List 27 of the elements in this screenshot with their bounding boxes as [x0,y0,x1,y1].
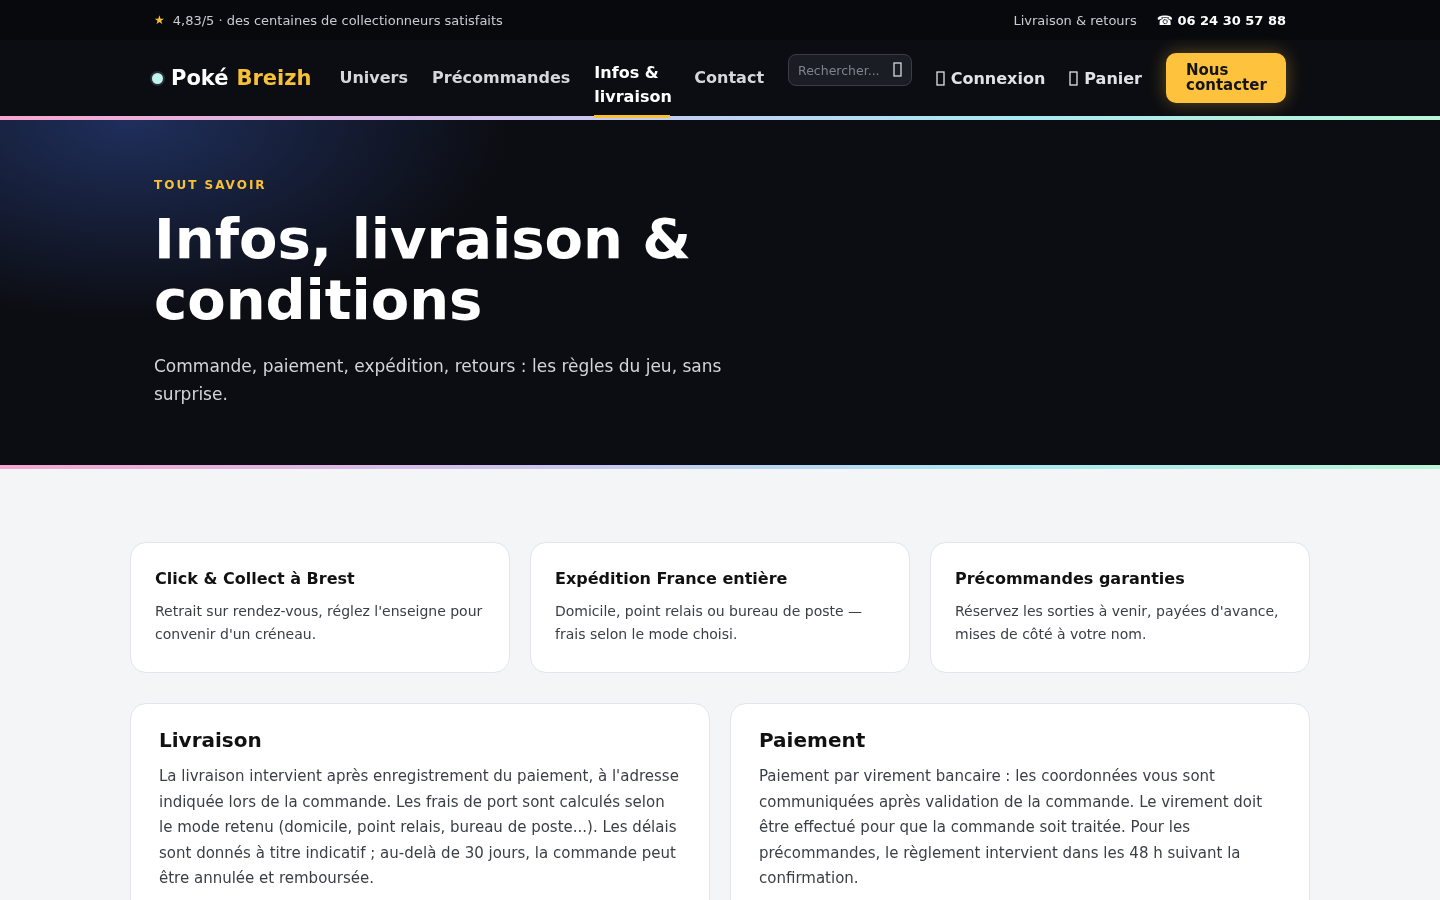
contact-button[interactable]: Nous contacter [1166,53,1286,103]
search-field[interactable]: Rechercher... [788,54,912,86]
card-text: Retrait sur rendez-vous, réglez l'enseigne pour convenir d'un créneau. [155,602,484,644]
nav-link[interactable]: Contact [694,66,765,90]
card-text: Réservez les sorties à venir, payées d'avance, mises de côté à votre nom. [955,602,1280,644]
card-title: Paiement [759,728,867,752]
hero-subtitle: Commande, paiement, expédition, retours : les règles du jeu, sans surprise. [154,355,723,406]
top-link[interactable]: Livraison & retours [1013,12,1137,28]
phone-number: ☎ 06 24 30 57 88 [1156,12,1286,28]
hero-eyebrow: TOUT SAVOIR [154,178,268,192]
card-text: Domicile, point relais ou bureau de poste — frais selon le mode choisi. [555,602,864,644]
card-text: Paiement par virement bancaire : les coordonnées vous sont communiquées après validation de la commande. Le virement doit être effectué pour que la commande soit traitée. Pour les précommandes, le règlement intervient dans les 48 h suivant la confirmation. [759,766,1264,889]
card-title: Livraison [159,728,263,752]
card-text: La livraison intervient après enregistrement du paiement, à l'adresse indiquée lors de la commande. Les frais de port sont calculés selon le mode retenu (domicile, point relais, bureau de poste...). Les délais sont donnés à titre indicatif ; au-delà de 30 jours, la commande peut être annulée et remboursée. [159,766,680,889]
nav-link[interactable]: Univers [339,66,408,90]
account-link[interactable]: Connexion [935,68,1046,88]
account-link[interactable]: Panier [1069,68,1142,88]
rating-text: 4,83/5 · des centaines de collectionneurs satisfaits [172,12,503,28]
hero-title: Infos, livraison & conditions [154,208,693,330]
card-title: Expédition France entière [555,569,789,588]
nav-link[interactable]: Précommandes [432,66,571,90]
logo-text: Poké [171,66,229,90]
logo[interactable]: Poké Breizh [152,66,312,90]
card-title: Précommandes garanties [955,569,1186,588]
logo-accent-text: Breizh [236,66,312,90]
star-icon: ★ [154,13,165,27]
card-title: Click & Collect à Brest [155,569,356,588]
